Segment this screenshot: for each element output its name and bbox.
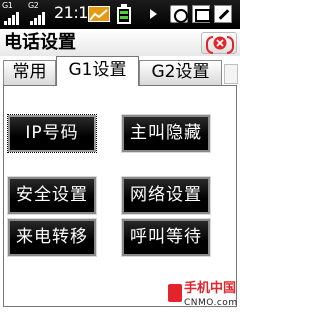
security-settings-button[interactable]: 安全设置 — [7, 176, 97, 215]
battery-icon — [117, 4, 131, 24]
call-forwarding-button[interactable]: 来电转移 — [7, 218, 97, 257]
play-icon[interactable] — [150, 9, 157, 19]
watermark-name-en: CNMO.com — [184, 298, 238, 308]
signal-bars — [4, 12, 24, 25]
chart-icon[interactable] — [88, 6, 110, 22]
tab-g1-settings[interactable]: G1设置 — [56, 56, 139, 86]
status-bar: G1 G2 21:12 — [0, 0, 240, 29]
caller-id-hide-button[interactable]: 主叫隐藏 — [121, 114, 211, 153]
network-settings-button[interactable]: 网络设置 — [121, 176, 211, 215]
page-title: 电话设置 — [4, 32, 76, 53]
signal-g1-icon: G1 — [2, 2, 28, 28]
close-icon — [206, 34, 234, 54]
watermark: 手机中国 CNMO.com — [168, 278, 238, 316]
sim1-label: G1 — [2, 1, 13, 10]
tab-common[interactable]: 常用 — [3, 60, 56, 85]
tab-g2-settings[interactable]: G2设置 — [139, 60, 222, 85]
ip-number-button[interactable]: IP号码 — [7, 114, 97, 153]
call-waiting-button[interactable]: 呼叫等待 — [121, 218, 211, 257]
sim2-label: G2 — [28, 1, 39, 10]
close-button[interactable] — [201, 32, 237, 54]
cnmo-logo-icon — [168, 284, 182, 302]
tab-strip: 常用 G1设置 G2设置 — [0, 56, 240, 86]
signal-bars — [30, 12, 50, 25]
watermark-name-cn: 手机中国 — [184, 281, 237, 296]
edit-icon[interactable] — [214, 5, 232, 23]
alarm-icon[interactable] — [170, 5, 188, 23]
sms-icon[interactable] — [192, 5, 211, 23]
tab-scroll-button[interactable] — [224, 64, 238, 84]
signal-g2-icon: G2 — [28, 2, 54, 28]
